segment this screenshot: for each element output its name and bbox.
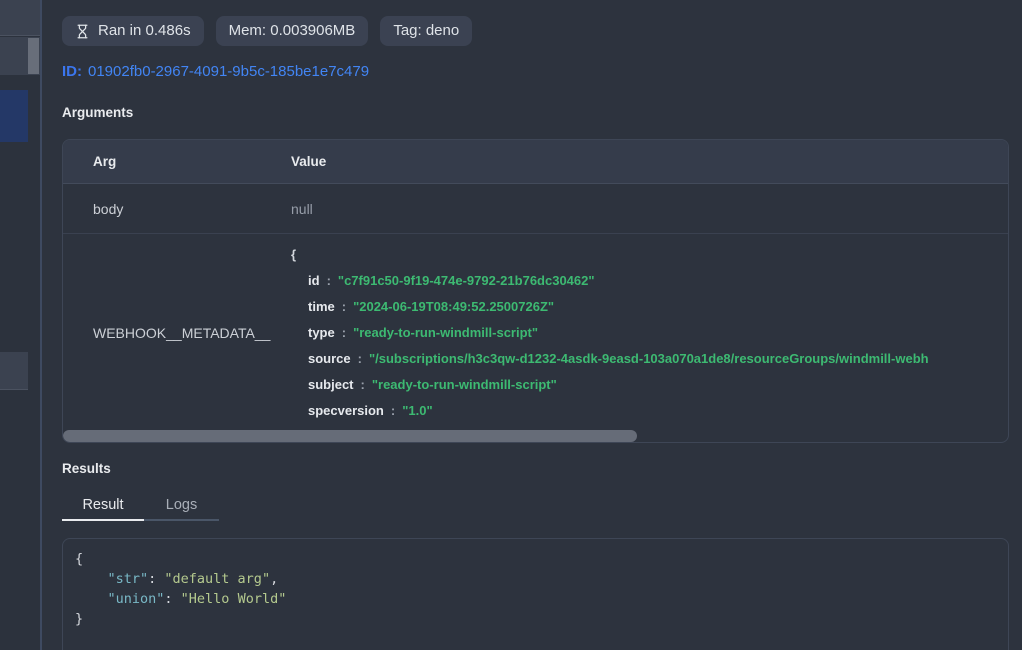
object-string-value: "1.0" (402, 403, 432, 418)
run-list-item-selected[interactable] (0, 90, 28, 142)
object-open-brace: { (291, 242, 1008, 268)
code-line: } (75, 609, 996, 629)
run-id-value[interactable]: 01902fb0-2967-4091-9b5c-185be1e7c479 (88, 63, 369, 80)
object-entry: source: "/subscriptions/h3c3qw-d1232-4asd… (291, 346, 1008, 372)
object-colon: : (358, 351, 362, 366)
table-row: body null (63, 184, 1008, 234)
hourglass-icon (75, 24, 90, 39)
run-id-label: ID: (62, 63, 82, 80)
object-key: source (308, 351, 351, 366)
arg-name: WEBHOOK__METADATA__ (63, 234, 289, 432)
object-key: subject (308, 377, 354, 392)
object-key: specversion (308, 403, 384, 418)
code-line: "union": "Hello World" (75, 589, 996, 609)
object-colon: : (391, 403, 395, 418)
object-entry: time: "2024-06-19T08:49:52.2500726Z" (291, 294, 1008, 320)
scrollbar-thumb[interactable] (63, 430, 637, 442)
column-header-arg: Arg (63, 154, 289, 169)
object-key: time (308, 299, 335, 314)
object-key: type (308, 325, 335, 340)
object-entry: type: "ready-to-run-windmill-script" (291, 320, 1008, 346)
object-colon: : (342, 325, 346, 340)
code-separator: : (164, 591, 180, 607)
object-entry: subject: "ready-to-run-windmill-script" (291, 372, 1008, 398)
arguments-table: Arg Value body null WEBHOOK__METADATA__ … (62, 139, 1009, 443)
code-line: "str": "default arg", (75, 569, 996, 589)
code-key: "union" (108, 591, 165, 607)
tag-badge-label: Tag: deno (393, 21, 459, 41)
object-colon: : (327, 273, 331, 288)
code-close-brace: } (75, 611, 83, 627)
run-detail-panel: Ran in 0.486s Mem: 0.003906MB Tag: deno … (42, 0, 1022, 650)
column-header-value: Value (289, 154, 1008, 169)
runtime-badge-label: Ran in 0.486s (98, 21, 191, 41)
results-tabs: Result Logs (62, 497, 219, 521)
memory-badge-label: Mem: 0.003906MB (229, 21, 356, 41)
run-stats-row: Ran in 0.486s Mem: 0.003906MB Tag: deno (62, 16, 472, 46)
code-separator: : (148, 571, 164, 587)
arg-value-object-viewer: { id: "c7f91c50-9f19-474e-9792-21b76dc304… (289, 234, 1008, 432)
code-comma: , (270, 571, 278, 587)
result-json-viewer: { "str": "default arg", "union": "Hello … (62, 538, 1009, 650)
run-list-item[interactable] (0, 352, 28, 390)
code-line: { (75, 549, 996, 569)
runtime-badge: Ran in 0.486s (62, 16, 204, 46)
table-horizontal-scrollbar[interactable] (63, 430, 1008, 442)
runs-list-sidebar (0, 0, 42, 650)
table-row: WEBHOOK__METADATA__ { id: "c7f91c50-9f19-… (63, 234, 1008, 432)
object-string-value: "/subscriptions/h3c3qw-d1232-4asdk-9easd… (369, 351, 929, 366)
tag-badge: Tag: deno (380, 16, 472, 46)
results-heading: Results (62, 461, 111, 476)
sidebar-scrollbar-thumb[interactable] (28, 38, 39, 74)
object-entry: specversion: "1.0" (291, 398, 1008, 424)
object-string-value: "ready-to-run-windmill-script" (372, 377, 557, 392)
tab-result[interactable]: Result (62, 497, 144, 521)
run-list-item[interactable] (0, 0, 40, 36)
object-key: id (308, 273, 320, 288)
arg-name: body (63, 201, 289, 217)
code-key: "str" (108, 571, 149, 587)
code-string-value: "default arg" (164, 571, 270, 587)
arguments-heading: Arguments (62, 105, 133, 120)
object-entry: id: "c7f91c50-9f19-474e-9792-21b76dc30462… (291, 268, 1008, 294)
arg-value-null: null (289, 201, 1008, 217)
object-colon: : (342, 299, 346, 314)
code-string-value: "Hello World" (181, 591, 287, 607)
tab-logs[interactable]: Logs (144, 497, 219, 521)
memory-badge: Mem: 0.003906MB (216, 16, 369, 46)
object-string-value: "2024-06-19T08:49:52.2500726Z" (353, 299, 554, 314)
object-colon: : (361, 377, 365, 392)
run-id-line: ID: 01902fb0-2967-4091-9b5c-185be1e7c479 (62, 63, 369, 80)
code-open-brace: { (75, 551, 83, 567)
object-string-value: "c7f91c50-9f19-474e-9792-21b76dc30462" (338, 273, 595, 288)
arguments-table-header: Arg Value (63, 140, 1008, 184)
object-string-value: "ready-to-run-windmill-script" (353, 325, 538, 340)
